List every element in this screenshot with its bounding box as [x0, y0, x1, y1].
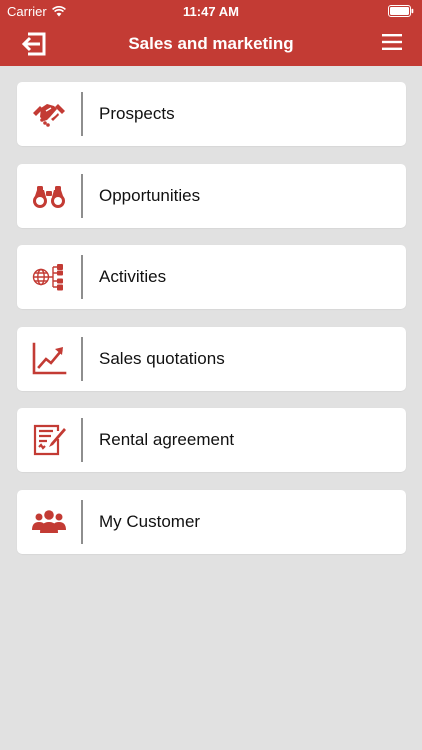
- page-title: Sales and marketing: [128, 34, 294, 53]
- menu-item-label: My Customer: [99, 511, 201, 531]
- status-time: 11:47 AM: [183, 4, 239, 19]
- network-globe-icon: [32, 264, 63, 291]
- header: Carrier 11:47 AM Sales and marketing: [0, 0, 422, 66]
- menu-item-sales-quotations[interactable]: Sales quotations: [17, 326, 406, 391]
- menu-item-label: Prospects: [99, 104, 175, 123]
- contract-pen-icon: [33, 424, 66, 456]
- group-users-icon: [32, 509, 66, 533]
- handshake-icon: [33, 104, 65, 127]
- battery-icon: [388, 5, 414, 17]
- menu-item-label: Opportunities: [99, 185, 201, 205]
- menu-item-prospects[interactable]: Prospects: [17, 82, 406, 146]
- trend-chart-icon: [32, 342, 67, 374]
- menu-item-rental-agreement[interactable]: Rental agreement: [17, 408, 406, 472]
- menu-item-label: Rental agreement: [99, 430, 235, 449]
- menu-item-label: Sales quotations: [99, 348, 225, 368]
- menu-list: Prospects Opportunities Activities Sales…: [17, 82, 406, 571]
- menu-item-my-customer[interactable]: My Customer: [17, 489, 406, 554]
- navigation-bar: Sales and marketing: [0, 22, 422, 66]
- binoculars-icon: [33, 185, 65, 208]
- menu-item-opportunities[interactable]: Opportunities: [17, 163, 406, 228]
- menu-item-label: Activities: [99, 267, 167, 286]
- menu-item-activities[interactable]: Activities: [17, 245, 406, 309]
- hamburger-menu-icon[interactable]: [382, 33, 402, 51]
- status-bar: Carrier 11:47 AM: [0, 0, 422, 22]
